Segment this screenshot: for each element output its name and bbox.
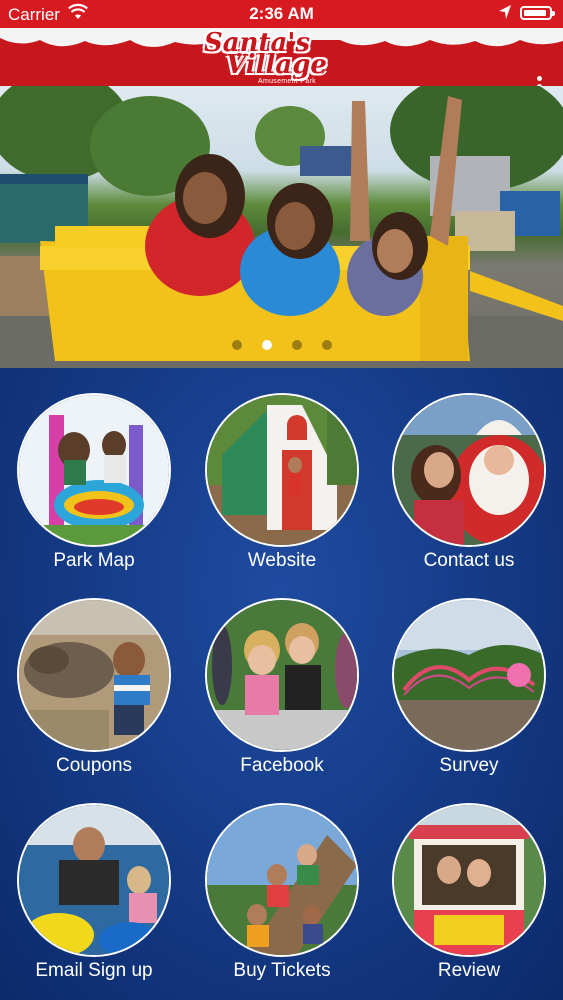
battery-icon: [520, 6, 555, 20]
santas-village-logo: Santa's Village Amusement Park: [198, 28, 338, 86]
carousel-dot-3[interactable]: [291, 340, 302, 350]
coupons-tile[interactable]: Coupons: [0, 573, 188, 778]
website-image: [205, 393, 359, 547]
carousel-dots[interactable]: [0, 337, 563, 355]
survey-tile[interactable]: Survey: [375, 573, 563, 778]
contact-us-tile[interactable]: Contact us: [375, 368, 563, 573]
facebook-image: [205, 598, 359, 752]
park-map-label: Park Map: [53, 550, 135, 571]
website-tile[interactable]: Website: [188, 368, 376, 573]
contact-us-label: Contact us: [423, 550, 515, 571]
app-header: Santa's Village Amusement Park: [0, 28, 563, 86]
review-tile[interactable]: Review: [375, 778, 563, 983]
buy-tickets-image: [205, 803, 359, 957]
logo-subtitle: Amusement Park: [258, 78, 316, 85]
buy-tickets-tile[interactable]: Buy Tickets: [188, 778, 376, 983]
website-label: Website: [247, 550, 317, 571]
email-signup-label: Email Sign up: [35, 960, 153, 981]
park-map-tile[interactable]: Park Map: [0, 368, 188, 573]
survey-label: Survey: [439, 755, 499, 776]
email-signup-image: [17, 803, 171, 957]
hero-carousel[interactable]: [0, 86, 563, 368]
logo-line2: Village: [226, 50, 327, 80]
clock: 2:36 AM: [249, 4, 314, 23]
carousel-dot-2[interactable]: [261, 340, 272, 350]
email-signup-tile[interactable]: Email Sign up: [0, 778, 188, 983]
battery-fill: [524, 10, 546, 16]
coupons-image: [17, 598, 171, 752]
carousel-dot-4[interactable]: [321, 340, 332, 350]
carousel-dot-1[interactable]: [231, 340, 242, 350]
review-image: [392, 803, 546, 957]
buy-tickets-label: Buy Tickets: [233, 960, 331, 981]
more-options-icon[interactable]: [537, 76, 543, 86]
park-map-image: [17, 393, 171, 547]
survey-image: [392, 598, 546, 752]
location-arrow-icon: [498, 4, 512, 25]
coupons-label: Coupons: [55, 755, 133, 776]
contact-us-image: [392, 393, 546, 547]
hero-photo: [0, 86, 563, 368]
menu-grid: Park Map Website Contact us Coupons Face…: [0, 368, 563, 1000]
facebook-label: Facebook: [240, 755, 324, 776]
facebook-tile[interactable]: Facebook: [188, 573, 376, 778]
review-label: Review: [437, 960, 501, 981]
status-bar: Carrier 2:36 AM: [0, 0, 563, 28]
